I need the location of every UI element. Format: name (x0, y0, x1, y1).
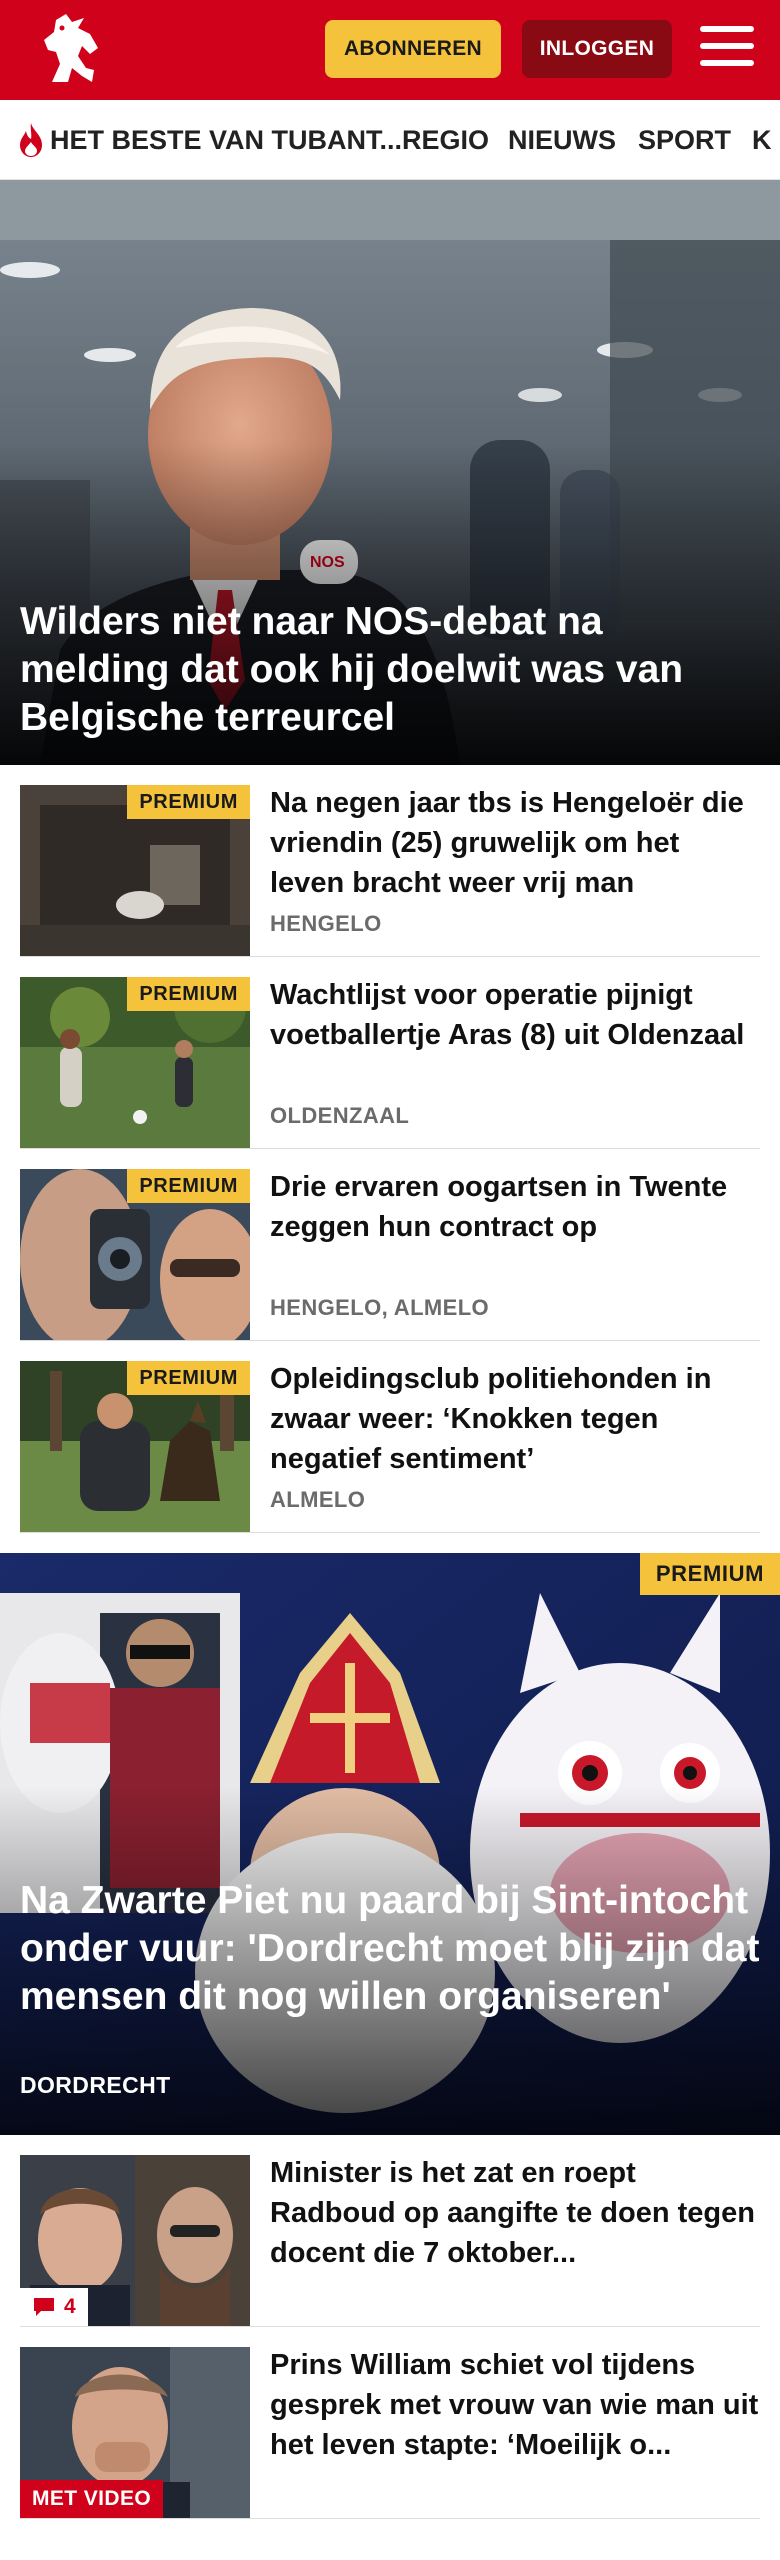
list-item[interactable]: PREMIUM Wachtlijst voor operatie pijnigt… (20, 957, 760, 1149)
hero-title[interactable]: Wilders niet naar NOS-debat na melding d… (20, 598, 760, 742)
subscribe-button[interactable]: ABONNEREN (325, 20, 501, 78)
list-item[interactable]: PREMIUM Opleidingsclub politiehonden in … (20, 1341, 760, 1533)
article-thumbnail: PREMIUM (20, 977, 250, 1148)
article-thumbnail: PREMIUM (20, 1361, 250, 1532)
article-thumbnail: 4 (20, 2155, 250, 2326)
nav-item-het-beste[interactable]: HET BESTE VAN TUBANT... (50, 100, 402, 179)
premium-badge: PREMIUM (639, 1553, 780, 1595)
feature-title[interactable]: Na Zwarte Piet nu paard bij Sint-intocht… (20, 1877, 770, 2021)
article-title[interactable]: Drie ervaren oogartsen in Twente zeggen … (270, 1167, 760, 1247)
nav-item-sport[interactable]: SPORT (638, 100, 731, 179)
hamburger-menu-icon[interactable] (700, 26, 754, 72)
premium-badge: PREMIUM (127, 1169, 250, 1203)
comment-count: 4 (64, 2295, 76, 2318)
premium-badge: PREMIUM (127, 785, 250, 819)
hero-article[interactable]: NOS Wilders niet naar NOS-debat na meldi… (0, 180, 780, 765)
premium-badge: PREMIUM (127, 1361, 250, 1395)
top-header: ABONNEREN INLOGGEN (0, 0, 780, 100)
premium-badge: PREMIUM (127, 977, 250, 1011)
tubantia-horse-logo-icon[interactable] (38, 12, 104, 88)
article-location: HENGELO, ALMELO (270, 1295, 490, 1320)
article-thumbnail: MET VIDEO (20, 2347, 250, 2518)
article-title[interactable]: Minister is het zat en roept Radboud op … (270, 2153, 760, 2273)
login-button[interactable]: INLOGGEN (522, 20, 672, 78)
video-badge: MET VIDEO (20, 2480, 164, 2518)
menu-bar (700, 43, 754, 49)
article-thumbnail: PREMIUM (20, 1169, 250, 1340)
article-location: HENGELO (270, 911, 382, 936)
article-title[interactable]: Prins William schiet vol tijdens gesprek… (270, 2345, 760, 2465)
article-title[interactable]: Na negen jaar tbs is Hengeloër die vrien… (270, 783, 760, 903)
feature-location: DORDRECHT (20, 2072, 171, 2098)
flame-icon (20, 123, 42, 157)
menu-bar (700, 60, 754, 66)
feature-image (0, 1553, 780, 2135)
article-title[interactable]: Wachtlijst voor operatie pijnigt voetbal… (270, 975, 760, 1055)
list-item[interactable]: MET VIDEO Prins William schiet vol tijde… (20, 2327, 760, 2519)
menu-bar (700, 26, 754, 32)
feature-article[interactable]: PREMIUM Na Zwarte Piet nu paard bij Sint… (0, 1553, 780, 2135)
comment-count-badge[interactable]: 4 (20, 2288, 88, 2326)
list-item[interactable]: PREMIUM Drie ervaren oogartsen in Twente… (20, 1149, 760, 1341)
article-thumbnail: PREMIUM (20, 785, 250, 956)
comment-icon (34, 2298, 54, 2316)
list-item[interactable]: 4 Minister is het zat en roept Radboud o… (20, 2135, 760, 2327)
section-nav: HET BESTE VAN TUBANT... REGIO NIEUWS SPO… (0, 100, 780, 180)
nav-item-regio[interactable]: REGIO (402, 100, 489, 179)
nav-item-nieuws[interactable]: NIEUWS (508, 100, 616, 179)
nav-item-k[interactable]: K (752, 100, 772, 179)
article-location: ALMELO (270, 1487, 366, 1512)
article-location: OLDENZAAL (270, 1103, 410, 1128)
article-title[interactable]: Opleidingsclub politiehonden in zwaar we… (270, 1359, 760, 1479)
list-item[interactable]: PREMIUM Na negen jaar tbs is Hengeloër d… (20, 765, 760, 957)
